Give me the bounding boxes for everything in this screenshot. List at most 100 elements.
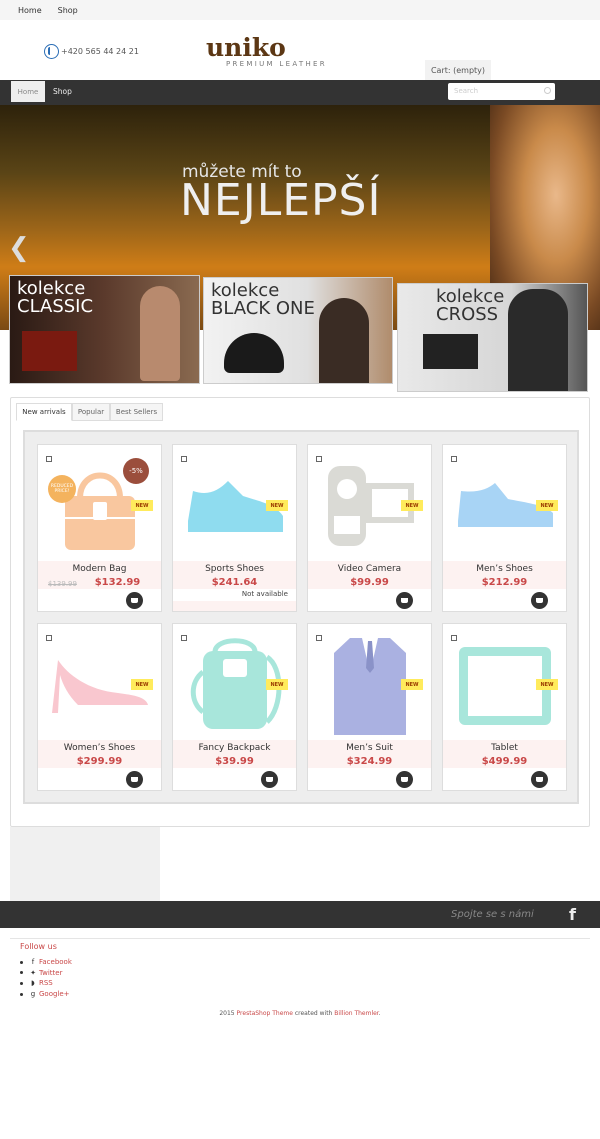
logo-text: uniko [206, 33, 286, 62]
promo-image [508, 289, 568, 391]
google-plus-icon: g [30, 989, 36, 998]
product-card[interactable]: NEW Men’s Shoes $212.99 [442, 444, 567, 612]
top-nav-home[interactable]: Home [18, 6, 42, 15]
promo-image [22, 331, 77, 371]
phone-number: +420 565 44 24 21 [61, 47, 139, 56]
product-card[interactable]: REDUCED PRICE! -5% NEW Modern Bag $139.9… [37, 444, 162, 612]
product-card[interactable]: NEW Tablet $499.99 [442, 623, 567, 791]
add-to-cart-button[interactable] [531, 771, 548, 788]
promo-image [423, 334, 478, 369]
promo-banner-classic[interactable]: kolekce CLASSIC [9, 275, 200, 384]
product-price: $99.99 [350, 577, 389, 588]
social-label[interactable]: RSS [39, 978, 53, 989]
product-card[interactable]: NEW Men’s Suit $324.99 [307, 623, 432, 791]
follow-title: Follow us [20, 942, 57, 951]
social-item-facebook[interactable]: f Facebook [20, 957, 72, 968]
divider [10, 938, 590, 939]
social-label[interactable]: Facebook [39, 957, 72, 968]
new-badge: NEW [536, 500, 558, 511]
rss-icon: ◗ [31, 979, 35, 988]
phone: +420 565 44 24 21 [44, 44, 139, 59]
product-name[interactable]: Men’s Suit [308, 743, 431, 753]
add-to-cart-button[interactable] [396, 771, 413, 788]
hero-line2: NEJLEPŠÍ [180, 175, 382, 226]
new-badge: NEW [266, 679, 288, 690]
social-item-rss[interactable]: ◗ RSS [20, 978, 72, 989]
product-price: $132.99 [94, 577, 141, 588]
new-badge: NEW [131, 679, 153, 690]
footer-bar: Spojte se s námi f [0, 901, 600, 928]
promo-banner-cross[interactable]: kolekce CROSS [397, 283, 588, 392]
promo-image [140, 286, 180, 381]
copy-link-themler[interactable]: Billion Themler [334, 1010, 378, 1017]
product-price: $499.99 [481, 756, 528, 767]
new-badge: NEW [401, 679, 423, 690]
product-card[interactable]: NEW Women’s Shoes $299.99 [37, 623, 162, 791]
bullet [20, 960, 23, 964]
product-name[interactable]: Women’s Shoes [38, 743, 161, 753]
slider-prev-icon[interactable]: ❮ [8, 233, 30, 263]
add-to-cart-button[interactable] [126, 592, 143, 609]
logo[interactable]: uniko PREMIUM LEATHER [206, 33, 327, 68]
new-badge: NEW [536, 679, 558, 690]
search-input[interactable]: Search [448, 83, 555, 100]
product-price: $241.64 [211, 577, 258, 588]
tab-popular[interactable]: Popular [72, 403, 110, 421]
logo-subtitle: PREMIUM LEATHER [226, 60, 327, 68]
promo-subtitle: CROSS [436, 304, 499, 325]
sidebar-block [10, 827, 160, 901]
main-nav: Home Shop Search [0, 80, 600, 105]
search-placeholder: Search [454, 87, 479, 95]
product-name[interactable]: Fancy Backpack [173, 743, 296, 753]
product-price: $324.99 [346, 756, 393, 767]
facebook-icon: f [31, 958, 35, 966]
add-to-cart-button[interactable] [396, 592, 413, 609]
product-price: $39.99 [215, 756, 254, 767]
add-to-cart-button[interactable] [261, 771, 278, 788]
facebook-icon[interactable]: f [569, 905, 576, 924]
social-item-twitter[interactable]: ✦ Twitter [20, 968, 72, 979]
promo-image [319, 298, 369, 383]
new-badge: NEW [266, 500, 288, 511]
top-nav-shop[interactable]: Shop [58, 6, 78, 15]
social-list: f Facebook ✦ Twitter ◗ RSS g Google+ [20, 957, 72, 999]
copy-end: . [378, 1010, 381, 1017]
bullet [20, 992, 23, 996]
new-badge: NEW [401, 500, 423, 511]
product-price: $212.99 [481, 577, 528, 588]
reduced-badge: REDUCED PRICE! [48, 475, 76, 503]
product-grid: REDUCED PRICE! -5% NEW Modern Bag $139.9… [23, 430, 579, 804]
add-to-cart-button[interactable] [531, 592, 548, 609]
main-nav-home[interactable]: Home [11, 81, 45, 102]
cart-button[interactable]: Cart: (empty) [425, 60, 491, 81]
social-label[interactable]: Google+ [39, 989, 70, 1000]
connect-text: Spojte se s námi [451, 909, 534, 920]
tab-new-arrivals[interactable]: New arrivals [16, 403, 72, 421]
product-name[interactable]: Men’s Shoes [443, 564, 566, 574]
product-name[interactable]: Video Camera [308, 564, 431, 574]
product-name[interactable]: Tablet [443, 743, 566, 753]
copy-year: 2015 [219, 1010, 235, 1017]
product-tabs: New arrivals Popular Best Sellers REDUCE… [10, 397, 590, 827]
phone-icon [44, 44, 59, 59]
promo-subtitle: CLASSIC [17, 296, 94, 317]
search-icon[interactable] [544, 87, 551, 94]
product-band [173, 601, 296, 611]
bullet [20, 981, 23, 985]
social-item-google-plus[interactable]: g Google+ [20, 989, 72, 1000]
promo-banner-black-one[interactable]: kolekce BLACK ONE [203, 277, 393, 384]
product-name[interactable]: Modern Bag [38, 564, 161, 574]
copyright: 2015 PrestaShop Theme created with Billi… [0, 1010, 600, 1017]
top-nav: Home Shop [0, 0, 600, 20]
copy-link-theme[interactable]: PrestaShop Theme [237, 1010, 293, 1017]
add-to-cart-button[interactable] [126, 771, 143, 788]
tab-best-sellers[interactable]: Best Sellers [110, 403, 163, 421]
main-nav-shop[interactable]: Shop [53, 87, 72, 96]
product-name[interactable]: Sports Shoes [173, 564, 296, 574]
product-card[interactable]: NEW Fancy Backpack $39.99 [172, 623, 297, 791]
product-card[interactable]: NEW Video Camera $99.99 [307, 444, 432, 612]
product-price: $299.99 [76, 756, 123, 767]
copy-mid: created with [294, 1010, 333, 1017]
social-label[interactable]: Twitter [39, 968, 62, 979]
product-card[interactable]: NEW Sports Shoes $241.64 Not available [172, 444, 297, 612]
